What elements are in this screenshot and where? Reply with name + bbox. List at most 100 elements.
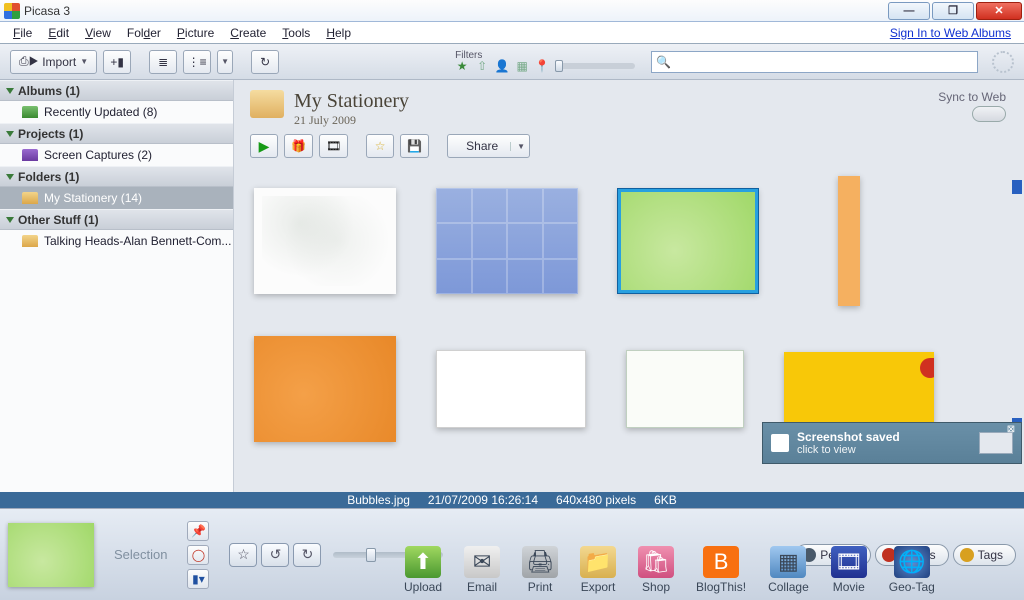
sidebar-section-projects[interactable]: Projects (1) bbox=[0, 123, 233, 144]
folder-icon bbox=[22, 192, 38, 204]
menu-tools[interactable]: Tools bbox=[274, 24, 318, 42]
notification-close-icon[interactable]: ⊠ bbox=[1005, 425, 1017, 437]
print-action[interactable]: 🖨Print bbox=[522, 546, 558, 594]
shop-action[interactable]: 🛍Shop bbox=[638, 546, 674, 594]
upload-action[interactable]: ⬆Upload bbox=[404, 546, 442, 594]
movie-button[interactable]: 🎞 bbox=[319, 134, 348, 158]
thumbnail[interactable] bbox=[254, 188, 396, 294]
minimize-button[interactable]: — bbox=[888, 2, 930, 20]
sidebar-section-other[interactable]: Other Stuff (1) bbox=[0, 209, 233, 230]
clear-button[interactable]: ◯ bbox=[187, 545, 209, 565]
movie-icon: 🎞 bbox=[831, 546, 867, 578]
status-datetime: 21/07/2009 16:26:14 bbox=[428, 493, 538, 507]
thumbnail[interactable] bbox=[436, 188, 578, 294]
thumbnail-selected[interactable] bbox=[618, 189, 758, 293]
view-list-button[interactable]: ≣ bbox=[149, 50, 177, 74]
status-bar: Bubbles.jpg 21/07/2009 16:26:14 640x480 … bbox=[0, 492, 1024, 508]
hold-button[interactable]: 📌 bbox=[187, 521, 209, 541]
status-filename: Bubbles.jpg bbox=[347, 493, 410, 507]
folder-icon bbox=[22, 235, 38, 247]
photo-tray: Selection 📌 ◯ ▮▾ ☆ ↺ ↻ People Places Tag… bbox=[0, 508, 1024, 600]
action-bar: ⬆Upload ✉Email 🖨Print 📁Export 🛍Shop BBlo… bbox=[404, 546, 935, 594]
collage-action[interactable]: ▦Collage bbox=[768, 546, 809, 594]
star-button[interactable]: ☆ bbox=[366, 134, 394, 158]
email-action[interactable]: ✉Email bbox=[464, 546, 500, 594]
thumbnail[interactable] bbox=[626, 350, 744, 428]
status-dimensions: 640x480 pixels bbox=[556, 493, 636, 507]
filters-group: Filters ★ ⇧ 👤 ▦ 📍 bbox=[455, 50, 635, 73]
movie-action[interactable]: 🎞Movie bbox=[831, 546, 867, 594]
sync-toggle[interactable] bbox=[972, 106, 1006, 122]
star-toggle-button[interactable]: ☆ bbox=[229, 543, 257, 567]
close-button[interactable]: ✕ bbox=[976, 2, 1022, 20]
rotate-ccw-button[interactable]: ↺ bbox=[261, 543, 289, 567]
filter-star-icon[interactable]: ★ bbox=[455, 59, 469, 73]
signin-link[interactable]: Sign In to Web Albums bbox=[890, 26, 1019, 40]
print-icon: 🖨 bbox=[522, 546, 558, 578]
add-to-button[interactable]: ▮▾ bbox=[187, 569, 209, 589]
notification-title: Screenshot saved bbox=[797, 430, 900, 444]
toolbar: ⎙▶ Import ▼ +▮ ≣ ⋮≡ ▼ ↻ Filters ★ ⇧ 👤 ▦ … bbox=[0, 44, 1024, 80]
filter-geo-icon[interactable]: 📍 bbox=[535, 59, 549, 73]
shop-icon: 🛍 bbox=[638, 546, 674, 578]
sync-to-web[interactable]: Sync to Web bbox=[938, 90, 1006, 122]
filter-upload-icon[interactable]: ⇧ bbox=[475, 59, 489, 73]
menu-folder[interactable]: Folder bbox=[119, 24, 169, 42]
globe-icon: 🌐 bbox=[894, 546, 930, 578]
sidebar-item-recently-updated[interactable]: Recently Updated (8) bbox=[0, 101, 233, 123]
maximize-button[interactable]: ❐ bbox=[932, 2, 974, 20]
tags-pill[interactable]: Tags bbox=[953, 544, 1016, 566]
sidebar-item-screen-captures[interactable]: Screen Captures (2) bbox=[0, 144, 233, 166]
thumbnail[interactable] bbox=[254, 336, 396, 442]
play-icon: ▶ bbox=[259, 138, 270, 155]
sidebar-item-talking-heads[interactable]: Talking Heads-Alan Bennett-Com... bbox=[0, 230, 233, 252]
filter-movie-icon[interactable]: ▦ bbox=[515, 59, 529, 73]
content-area: My Stationery 21 July 2009 Sync to Web ▶… bbox=[234, 80, 1024, 492]
import-button[interactable]: ⎙▶ Import ▼ bbox=[10, 50, 97, 74]
collage-icon: ▦ bbox=[770, 546, 806, 578]
rotate-cw-button[interactable]: ↻ bbox=[293, 543, 321, 567]
blog-action[interactable]: BBlogThis! bbox=[696, 546, 746, 594]
menu-picture[interactable]: Picture bbox=[169, 24, 222, 42]
tray-selected-thumbnail[interactable] bbox=[8, 523, 94, 587]
notification-subtitle: click to view bbox=[797, 444, 900, 456]
view-dropdown-button[interactable]: ▼ bbox=[217, 50, 233, 74]
notification-toast[interactable]: Screenshot saved click to view ⊠ bbox=[762, 422, 1022, 464]
app-icon bbox=[771, 434, 789, 452]
save-button[interactable]: 💾 bbox=[400, 134, 429, 158]
menu-view[interactable]: View bbox=[77, 24, 119, 42]
search-input[interactable]: 🔍 bbox=[651, 51, 978, 73]
sidebar-item-my-stationery[interactable]: My Stationery (14) bbox=[0, 187, 233, 209]
filter-face-icon[interactable]: 👤 bbox=[495, 59, 509, 73]
scroll-up-marker[interactable] bbox=[1012, 180, 1022, 194]
gift-cd-button[interactable]: 🎁 bbox=[284, 134, 313, 158]
window-title: Picasa 3 bbox=[24, 4, 888, 18]
folder-date: 21 July 2009 bbox=[294, 113, 409, 128]
sidebar-section-folders[interactable]: Folders (1) bbox=[0, 166, 233, 187]
add-folder-button[interactable]: +▮ bbox=[103, 50, 131, 74]
thumbnail[interactable] bbox=[838, 176, 860, 306]
menu-help[interactable]: Help bbox=[318, 24, 359, 42]
menu-create[interactable]: Create bbox=[222, 24, 274, 42]
upload-icon: ⬆ bbox=[405, 546, 441, 578]
play-slideshow-button[interactable]: ▶ bbox=[250, 134, 278, 158]
export-action[interactable]: 📁Export bbox=[580, 546, 616, 594]
chevron-down-icon: ▼ bbox=[510, 142, 525, 151]
sidebar-section-albums[interactable]: Albums (1) bbox=[0, 80, 233, 101]
view-tree-button[interactable]: ⋮≡ bbox=[183, 50, 211, 74]
menu-file[interactable]: File bbox=[5, 24, 40, 42]
chevron-down-icon: ▼ bbox=[80, 57, 88, 66]
loop-button[interactable]: ↻ bbox=[251, 50, 279, 74]
blog-icon: B bbox=[703, 546, 739, 578]
folder-large-icon bbox=[250, 90, 284, 118]
share-button[interactable]: Share▼ bbox=[447, 134, 530, 158]
menu-edit[interactable]: Edit bbox=[40, 24, 77, 42]
geotag-action[interactable]: 🌐Geo-Tag bbox=[889, 546, 935, 594]
thumbnail[interactable] bbox=[436, 350, 586, 428]
project-icon bbox=[22, 149, 38, 161]
selection-label: Selection bbox=[114, 547, 167, 562]
thumbnail[interactable] bbox=[784, 352, 934, 426]
filter-date-slider[interactable] bbox=[555, 63, 635, 69]
folder-name: My Stationery bbox=[294, 90, 409, 113]
search-icon: 🔍 bbox=[656, 55, 671, 69]
